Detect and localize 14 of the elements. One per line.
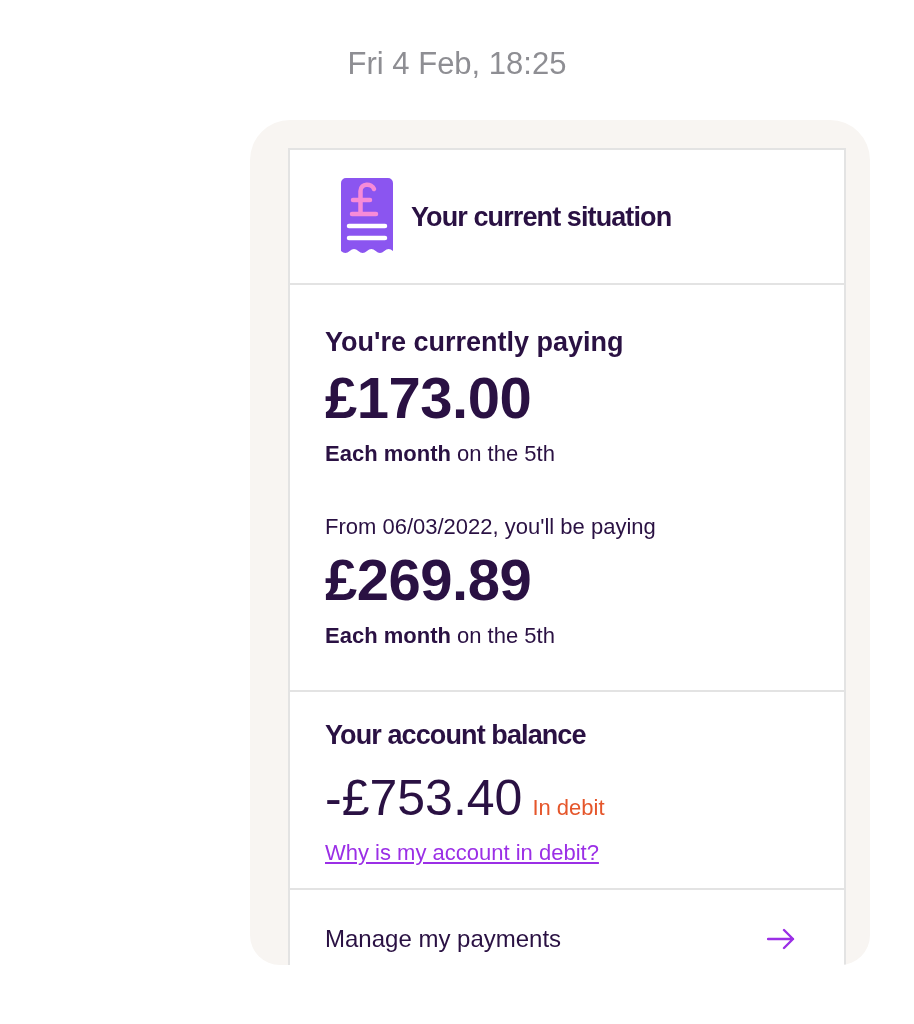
- payment-label: From 06/03/2022, you'll be paying: [325, 513, 656, 541]
- balance-amount: -£753.40: [325, 770, 523, 826]
- payment-schedule: Each month on the 5th: [325, 440, 555, 468]
- debit-info-link[interactable]: Why is my account in debit?: [325, 839, 599, 867]
- card-title: Your current situation: [411, 200, 672, 234]
- payment-amount: £173.00: [325, 368, 532, 428]
- pound-receipt-icon: [341, 177, 393, 256]
- payment-label: You're currently paying: [325, 326, 624, 359]
- message-timestamp: Fri 4 Feb, 18:25: [347, 46, 567, 82]
- arrow-right-icon: [767, 928, 795, 950]
- payment-amount: £269.89: [325, 550, 532, 610]
- payment-schedule: Each month on the 5th: [325, 622, 555, 650]
- debit-status: In debit: [532, 794, 605, 822]
- balance-heading: Your account balance: [325, 719, 586, 752]
